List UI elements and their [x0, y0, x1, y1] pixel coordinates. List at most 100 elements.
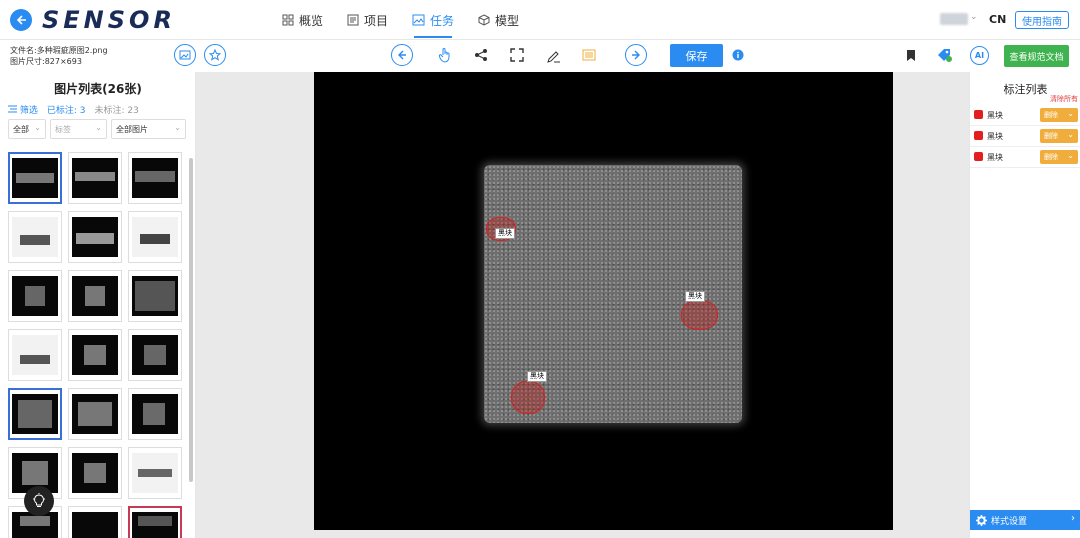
- image-gear-icon: [179, 50, 190, 59]
- annotation-item[interactable]: 黑块 删除 ⌄: [970, 147, 1080, 168]
- save-button[interactable]: 保存: [670, 44, 723, 67]
- image-scope-select[interactable]: 全部图片 ⌄: [111, 119, 186, 139]
- file-name: 文件名:多种瑕疵原图2.png: [10, 46, 108, 55]
- color-swatch: [974, 131, 983, 140]
- defect-region[interactable]: [511, 381, 545, 414]
- unlabeled-count[interactable]: 未标注: 23: [95, 103, 139, 116]
- filter-icon: [8, 105, 17, 113]
- next-image-button[interactable]: [625, 44, 647, 66]
- status-select[interactable]: 全部 ⌄: [8, 119, 46, 139]
- chevron-down-icon: ⌄: [95, 123, 102, 132]
- guide-button[interactable]: 使用指南: [1015, 11, 1069, 29]
- prev-image-button[interactable]: [391, 44, 413, 66]
- draw-tool[interactable]: [543, 45, 563, 65]
- fullscreen-icon: [510, 48, 524, 62]
- thumbnail[interactable]: [8, 152, 62, 204]
- nav-label: 概览: [299, 13, 324, 28]
- lightbulb-icon[interactable]: [24, 486, 54, 516]
- file-info: 文件名:多种瑕疵原图2.png 图片尺寸:827×693: [10, 45, 108, 67]
- color-swatch: [974, 152, 983, 161]
- barcode-icon: [582, 49, 596, 61]
- chevron-down-icon[interactable]: ⌄: [970, 12, 978, 22]
- nav-project[interactable]: 项目: [335, 0, 400, 40]
- filter-label: 筛选: [19, 106, 38, 116]
- filter-button[interactable]: 筛选: [8, 103, 38, 116]
- pan-tool[interactable]: [435, 45, 455, 65]
- annotation-panel: 标注列表 清除所有 黑块 删除 ⌄ 黑块 删除 ⌄ 黑块 删除 ⌄ 样式设置 ›: [969, 72, 1080, 538]
- image-scope-value: 全部图片: [116, 124, 148, 134]
- app-logo: SENSOR: [42, 6, 176, 34]
- style-settings-bar[interactable]: 样式设置 ›: [970, 510, 1080, 530]
- thumbnail[interactable]: [128, 152, 182, 204]
- image-settings-button[interactable]: [174, 44, 196, 66]
- nav-label: 模型: [495, 13, 520, 28]
- info-icon[interactable]: [728, 45, 748, 65]
- tag-select-value: 标签: [55, 124, 71, 134]
- user-avatar[interactable]: [940, 13, 968, 25]
- scrollbar[interactable]: [189, 158, 193, 482]
- thumbnail[interactable]: [68, 388, 122, 440]
- tag-select[interactable]: 标签 ⌄: [50, 119, 107, 139]
- nav-label: 任务: [430, 13, 455, 28]
- back-icon[interactable]: [10, 9, 32, 31]
- share-tool[interactable]: [471, 45, 491, 65]
- labeled-count[interactable]: 已标注: 3: [47, 103, 86, 116]
- delete-button[interactable]: 删除 ⌄: [1040, 150, 1078, 164]
- thumbnail[interactable]: [68, 329, 122, 381]
- thumbnail[interactable]: [8, 388, 62, 440]
- chevron-down-icon: ⌄: [1067, 151, 1074, 160]
- gear-icon: [976, 514, 987, 526]
- thumbnail[interactable]: [68, 211, 122, 263]
- clear-all-button[interactable]: 清除所有: [1050, 94, 1078, 104]
- image-list-title: 图片列表(26张): [54, 82, 142, 96]
- delete-button[interactable]: 删除 ⌄: [1040, 108, 1078, 122]
- annotation-name: 黑块: [987, 132, 1003, 141]
- thumbnail[interactable]: [128, 270, 182, 322]
- ai-button[interactable]: AI: [970, 46, 989, 65]
- thumbnail[interactable]: [128, 329, 182, 381]
- thumbnail[interactable]: [8, 211, 62, 263]
- nav-task[interactable]: 任务: [400, 0, 466, 40]
- image-stage[interactable]: 黑块 黑块 黑块: [314, 72, 893, 530]
- thumbnail[interactable]: [68, 447, 122, 499]
- thumbnail[interactable]: [68, 270, 122, 322]
- image-task-icon: [412, 14, 425, 26]
- nav-model[interactable]: 模型: [466, 0, 531, 40]
- bookmark-icon[interactable]: [901, 45, 921, 65]
- language-switch[interactable]: CN: [989, 13, 1006, 26]
- thumbnail[interactable]: [8, 270, 62, 322]
- delete-button[interactable]: 删除 ⌄: [1040, 129, 1078, 143]
- defect-label: 黑块: [685, 291, 705, 302]
- chevron-down-icon: ⌄: [1067, 109, 1074, 118]
- thumbnail[interactable]: [128, 388, 182, 440]
- style-settings-label: 样式设置: [991, 516, 1028, 527]
- annotation-item[interactable]: 黑块 删除 ⌄: [970, 126, 1080, 147]
- hand-pointer-icon: [439, 48, 450, 63]
- thumbnail[interactable]: [128, 506, 182, 538]
- tag-settings-icon[interactable]: [934, 45, 954, 65]
- chevron-right-icon: ›: [1071, 513, 1075, 524]
- thumbnail[interactable]: [8, 329, 62, 381]
- top-bar: SENSOR 概览 项目 任务 模型 ⌄ CN 使用指南: [0, 0, 1080, 40]
- chevron-down-icon: ⌄: [34, 123, 41, 132]
- nav-label: 项目: [364, 13, 389, 28]
- nav-overview[interactable]: 概览: [270, 0, 335, 40]
- fullscreen-tool[interactable]: [507, 45, 527, 65]
- chevron-down-icon: ⌄: [1067, 130, 1074, 139]
- ai-label: AI: [974, 51, 985, 60]
- grid-icon: [282, 14, 294, 26]
- arrow-left-icon: [398, 50, 406, 60]
- thumbnail[interactable]: [68, 152, 122, 204]
- defect-region[interactable]: [681, 300, 718, 330]
- defect-label: 黑块: [527, 371, 547, 382]
- delete-label: 删除: [1044, 111, 1058, 119]
- favorite-button[interactable]: [204, 44, 226, 66]
- thumbnail[interactable]: [68, 506, 122, 538]
- label-tool[interactable]: [579, 45, 599, 65]
- annotation-item[interactable]: 黑块 删除 ⌄: [970, 105, 1080, 126]
- thumbnail[interactable]: [128, 211, 182, 263]
- canvas-area[interactable]: 黑块 黑块 黑块: [196, 72, 969, 538]
- view-spec-doc-button[interactable]: 查看规范文档: [1004, 45, 1069, 67]
- thumbnail[interactable]: [128, 447, 182, 499]
- color-swatch: [974, 110, 983, 119]
